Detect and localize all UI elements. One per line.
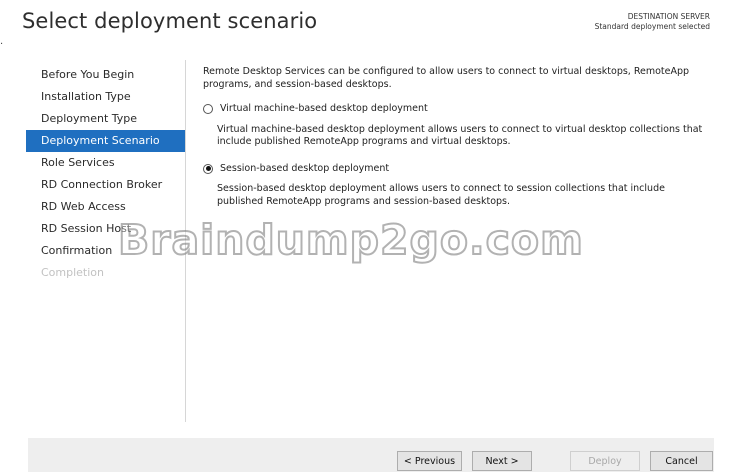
nav-item-rd-session-host[interactable]: RD Session Host bbox=[26, 218, 186, 240]
vm-based-radio-button[interactable] bbox=[203, 104, 213, 115]
option-session-based: Session-based desktop deployment Session… bbox=[203, 163, 711, 209]
nav-item-deployment-scenario[interactable]: Deployment Scenario bbox=[26, 130, 186, 152]
nav-item-before-you-begin[interactable]: Before You Begin bbox=[26, 64, 186, 86]
nav-item-role-services[interactable]: Role Services bbox=[26, 152, 186, 174]
session-based-radio-button[interactable] bbox=[203, 163, 213, 174]
option-vm-based: Virtual machine-based desktop deployment… bbox=[203, 103, 711, 149]
nav-item-completion: Completion bbox=[41, 266, 105, 279]
next-button[interactable]: Next > bbox=[472, 451, 532, 471]
destination-server-info: DESTINATION SERVER Standard deployment s… bbox=[595, 12, 710, 32]
vm-based-radio-row[interactable]: Virtual machine-based desktop deployment bbox=[203, 103, 711, 116]
nav-item-rd-web-access[interactable]: RD Web Access bbox=[26, 196, 186, 218]
watermark-text: Braindump2go.com bbox=[117, 215, 584, 265]
destination-server-value: Standard deployment selected bbox=[594, 22, 710, 31]
destination-server-label: DESTINATION SERVER bbox=[627, 12, 710, 21]
vm-based-radio-label: Virtual machine-based desktop deployment bbox=[220, 103, 428, 114]
deploy-button: Deploy bbox=[570, 451, 640, 471]
vm-based-description: Virtual machine-based desktop deployment… bbox=[217, 123, 703, 148]
intro-text: Remote Desktop Services can be configure… bbox=[203, 66, 690, 90]
nav-item-confirmation[interactable]: Confirmation bbox=[26, 240, 186, 262]
cancel-button[interactable]: Cancel bbox=[650, 451, 713, 471]
wizard-step-nav: Before You Begin Installation Type Deplo… bbox=[26, 64, 186, 284]
session-based-radio-row[interactable]: Session-based desktop deployment bbox=[203, 163, 711, 176]
nav-item-rd-connection-broker[interactable]: RD Connection Broker bbox=[26, 174, 186, 196]
radio-selected-dot bbox=[205, 166, 211, 172]
page-title: Select deployment scenario bbox=[22, 9, 318, 33]
session-based-radio-label: Session-based desktop deployment bbox=[220, 162, 390, 174]
nav-item-deployment-type[interactable]: Deployment Type bbox=[26, 108, 186, 130]
nav-divider bbox=[185, 60, 186, 422]
corner-mark: . bbox=[0, 36, 4, 47]
scenario-content: Remote Desktop Services can be configure… bbox=[203, 66, 711, 222]
previous-button[interactable]: < Previous bbox=[397, 451, 462, 471]
nav-item-installation-type[interactable]: Installation Type bbox=[26, 86, 186, 108]
session-based-description: Session-based desktop deployment allows … bbox=[217, 183, 665, 207]
